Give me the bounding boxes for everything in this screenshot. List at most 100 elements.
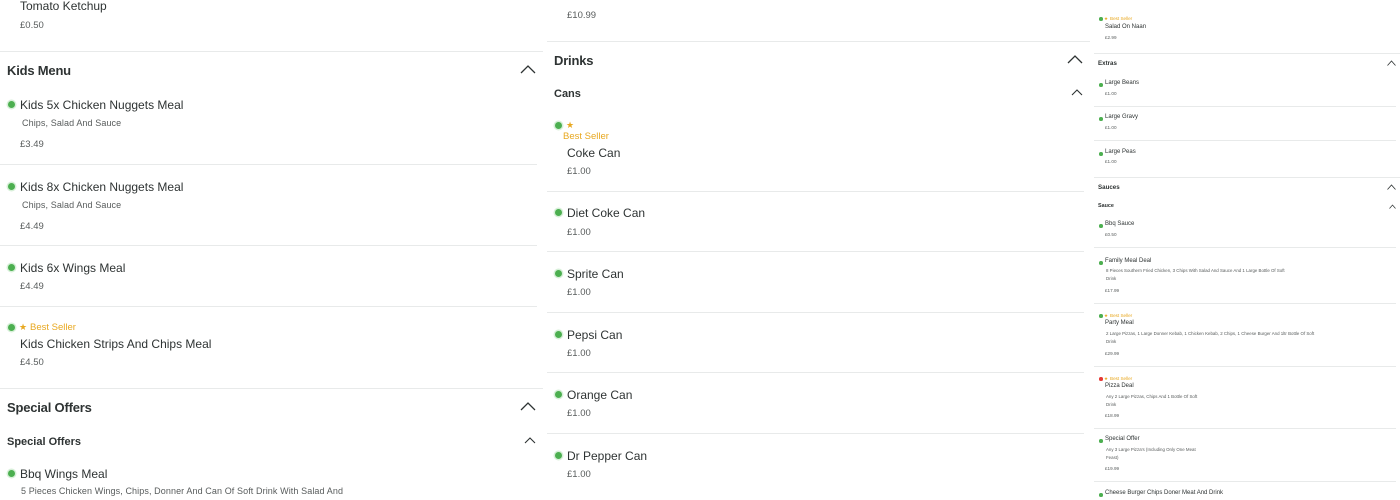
- item-price: £4.50: [20, 357, 44, 368]
- item-price: £19.99: [1105, 466, 1120, 471]
- item-name: Large Gravy: [1105, 114, 1139, 120]
- menu-column-2: £10.99 Drinks Cans ★ Best Seller Coke Ca…: [547, 0, 1090, 500]
- item-name: Salad On Naan: [1105, 24, 1147, 30]
- item-description: Chips, Salad And Sauce: [22, 118, 122, 128]
- category-title: Drinks: [554, 53, 594, 68]
- item-name: Cheese Burger Chips Doner Meat And Drink: [1105, 490, 1224, 496]
- availability-dot-icon: [1099, 83, 1103, 87]
- star-icon: ★: [1104, 375, 1109, 381]
- availability-dot-icon: [1099, 439, 1103, 443]
- item-name: Orange Can: [567, 388, 633, 402]
- chevron-up-icon[interactable]: [1071, 88, 1083, 96]
- availability-dot-icon: [8, 470, 15, 477]
- item-name: Kids 8x Chicken Nuggets Meal: [20, 180, 184, 194]
- divider: [1094, 303, 1396, 304]
- chevron-up-icon[interactable]: [524, 436, 536, 444]
- item-price: £10.99: [567, 10, 597, 21]
- item-description: 8 Pieces Southern Fried Chicken, 3 Chips…: [1106, 268, 1285, 273]
- divider: [1094, 53, 1400, 54]
- divider: [547, 251, 1084, 252]
- item-price: £1.00: [567, 469, 591, 480]
- item-description: 2 Large Pizzas, 1 Large Donner Kebab, 1 …: [1106, 331, 1315, 336]
- availability-dot-icon: [555, 452, 562, 459]
- star-icon: ★: [1104, 312, 1109, 318]
- item-name: Large Beans: [1105, 80, 1140, 86]
- divider: [1094, 140, 1396, 141]
- chevron-up-icon[interactable]: [520, 401, 536, 411]
- availability-dot-icon: [555, 209, 562, 216]
- item-description: Feast): [1106, 455, 1119, 460]
- availability-dot-icon: [1099, 152, 1103, 156]
- divider: [1094, 177, 1400, 178]
- availability-dot-icon: [1099, 17, 1103, 21]
- divider: [1094, 428, 1396, 429]
- item-description: Any 2 Large Pizzas, Chips And 1 Bottle O…: [1106, 394, 1198, 399]
- item-name: Large Peas: [1105, 149, 1136, 155]
- availability-dot-icon: [1099, 314, 1103, 318]
- divider: [0, 388, 543, 389]
- item-price: £1.00: [1105, 91, 1117, 96]
- availability-dot-icon: [1099, 261, 1103, 265]
- menu-column-1: Tomato Ketchup £0.50 Kids Menu Kids 5x C…: [0, 0, 543, 500]
- divider: [0, 306, 537, 307]
- divider: [547, 41, 1090, 42]
- chevron-up-icon[interactable]: [1067, 54, 1083, 64]
- menu-column-3: ★ Best Seller Salad On Naan £2.99 Extras…: [1094, 0, 1400, 500]
- item-name: Pepsi Can: [567, 328, 623, 342]
- item-name: Party Meal: [1105, 320, 1134, 326]
- availability-dot-icon: [1099, 224, 1103, 228]
- availability-dot-icon: [1099, 117, 1103, 121]
- divider: [0, 245, 537, 246]
- item-name: Kids 5x Chicken Nuggets Meal: [20, 98, 184, 112]
- chevron-up-icon[interactable]: [1387, 184, 1396, 190]
- best-seller-badge: Best Seller: [1110, 313, 1133, 318]
- star-icon: ★: [566, 120, 575, 130]
- availability-dot-icon: [1099, 493, 1103, 497]
- availability-dot-icon: [8, 183, 15, 190]
- item-description: Any 3 Large Pizza's (Including Only One …: [1106, 447, 1196, 452]
- item-description: 5 Pieces Chicken Wings, Chips, Donner An…: [21, 486, 344, 496]
- divider: [1094, 366, 1396, 367]
- availability-dot-icon: [555, 122, 562, 129]
- item-price: £1.00: [567, 408, 591, 419]
- item-price: £1.00: [567, 227, 591, 238]
- divider: [547, 191, 1084, 192]
- chevron-up-icon[interactable]: [1387, 60, 1396, 66]
- divider: [547, 372, 1084, 373]
- item-description: Drink: [1106, 276, 1117, 281]
- item-name: Dr Pepper Can: [567, 449, 648, 463]
- divider: [1094, 481, 1396, 482]
- availability-dot-icon: [1099, 377, 1103, 381]
- item-name: Bbq Wings Meal: [20, 467, 108, 481]
- availability-dot-icon: [8, 324, 15, 331]
- availability-dot-icon: [555, 270, 562, 277]
- availability-dot-icon: [8, 101, 15, 108]
- divider: [0, 51, 543, 52]
- item-price: £4.49: [20, 281, 44, 292]
- item-price: £0.50: [1105, 232, 1117, 237]
- item-name: Kids Chicken Strips And Chips Meal: [20, 337, 212, 351]
- item-price: £1.00: [567, 348, 591, 359]
- item-price: £1.00: [567, 166, 591, 177]
- item-name: Sprite Can: [567, 267, 624, 281]
- item-name: Pizza Deal: [1105, 383, 1134, 389]
- item-price: £1.00: [1105, 159, 1117, 164]
- item-price: £0.50: [20, 20, 44, 31]
- subcategory-title: Special Offers: [7, 436, 81, 448]
- category-title: Extras: [1098, 60, 1117, 67]
- item-description: Chips, Salad And Sauce: [22, 200, 122, 210]
- category-title: Kids Menu: [7, 63, 71, 78]
- best-seller-badge: Best Seller: [30, 322, 76, 333]
- divider: [547, 433, 1084, 434]
- chevron-up-icon[interactable]: [1389, 204, 1396, 209]
- item-price: £3.49: [20, 139, 44, 150]
- item-name: Bbq Sauce: [1105, 221, 1135, 227]
- divider: [0, 164, 537, 165]
- chevron-up-icon[interactable]: [520, 64, 536, 74]
- subcategory-title: Sauce: [1098, 203, 1114, 209]
- item-name: Special Offer: [1105, 436, 1140, 442]
- divider: [1094, 106, 1396, 107]
- item-description: Drink: [1106, 402, 1117, 407]
- item-price: £17.99: [1105, 288, 1120, 293]
- star-icon: ★: [1104, 15, 1109, 21]
